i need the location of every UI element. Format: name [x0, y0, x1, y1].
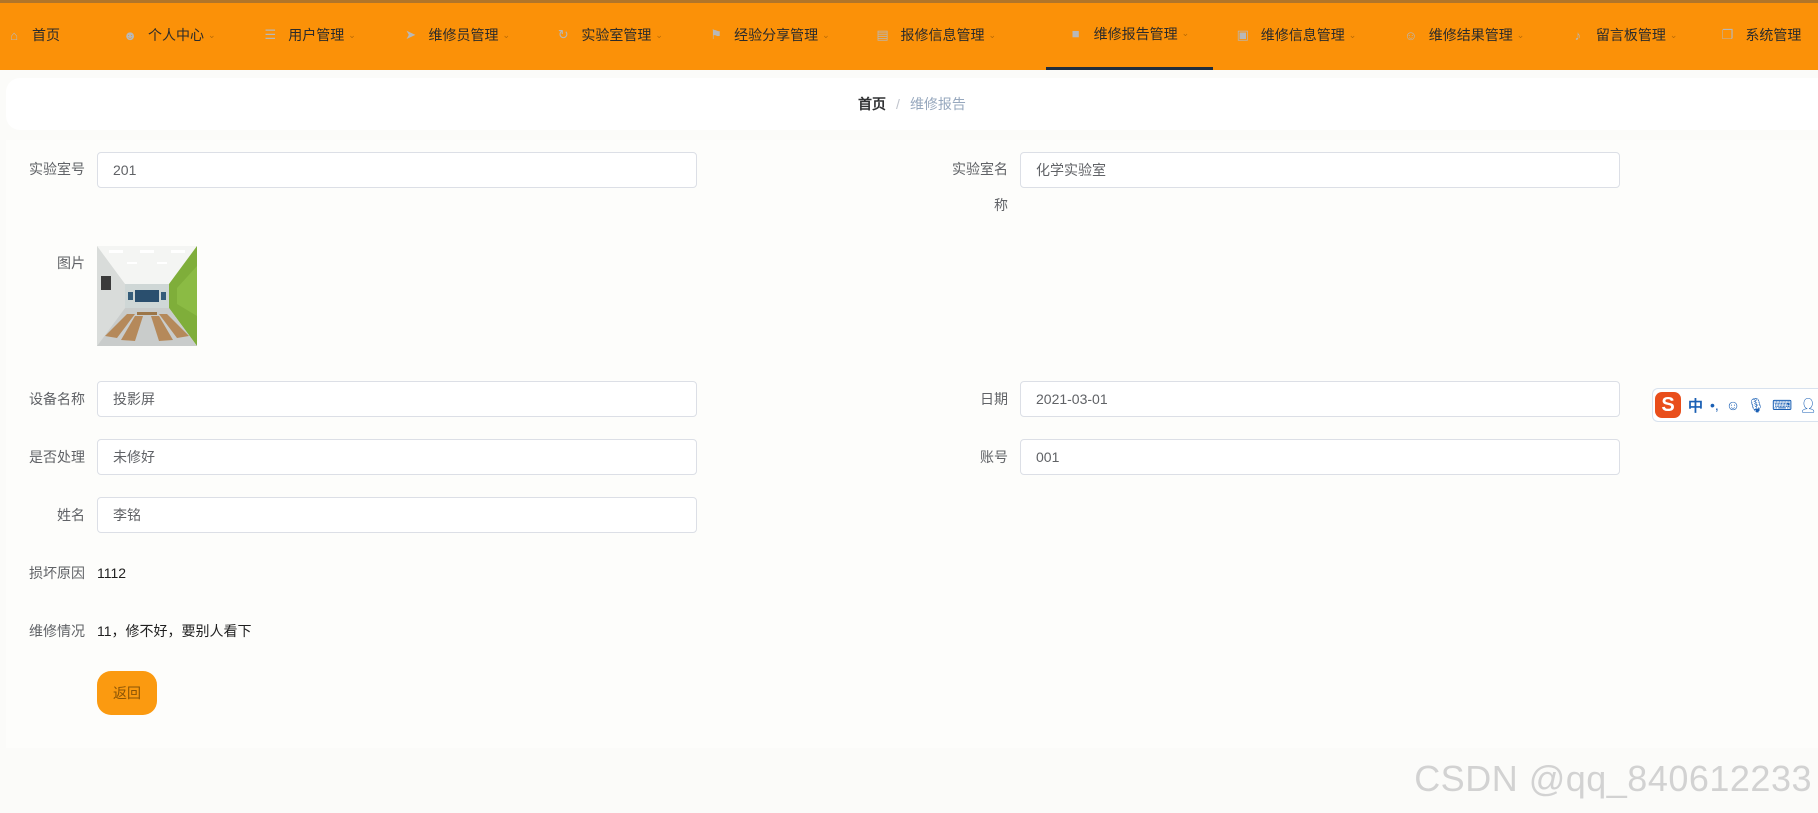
- repair-status-label: 维修情况: [29, 623, 85, 639]
- name-label: 姓名: [57, 507, 85, 523]
- breadcrumb-current: 维修报告: [909, 96, 966, 112]
- paper-plane-icon: ➤: [405, 27, 416, 42]
- watermark: CSDN @qq_840612233: [1414, 758, 1812, 799]
- breadcrumb-separator: /: [896, 96, 900, 112]
- picture-icon: ▣: [1236, 27, 1249, 42]
- nav-item-home[interactable]: ⌂ 首页: [6, 0, 122, 70]
- chevron-down-icon: ⌄: [1348, 29, 1357, 40]
- nav-item-label: 留言板管理: [1595, 27, 1666, 43]
- nav-item-system[interactable]: ❐ 系统管理: [1701, 0, 1818, 70]
- nav-item-label: 经验分享管理: [734, 27, 819, 43]
- chevron-down-icon: ⌄: [502, 29, 511, 40]
- name-field[interactable]: [97, 497, 697, 533]
- nav-item-label: 用户管理: [288, 27, 345, 43]
- smiley-icon[interactable]: ☺: [1726, 397, 1740, 413]
- handled-label: 是否处理: [29, 449, 85, 465]
- video-icon: ■: [1071, 26, 1080, 41]
- nav-item-message-board[interactable]: ♪ 留言板管理 ⌄: [1548, 0, 1702, 70]
- lab-name-label-wrap: 称: [994, 197, 1008, 213]
- lab-photo[interactable]: [97, 246, 197, 346]
- nav-item-label: 个人中心: [148, 27, 205, 43]
- home-icon: ⌂: [10, 27, 18, 43]
- nav-item-label: 首页: [32, 27, 60, 43]
- nav-item-repair-requests[interactable]: ▤ 报修信息管理 ⌄: [874, 0, 1045, 70]
- ime-mode-toggle[interactable]: 中: [1688, 395, 1703, 416]
- nav-item-label: 维修结果管理: [1428, 27, 1513, 43]
- chevron-down-icon: ⌄: [1516, 29, 1525, 40]
- handled-field[interactable]: [97, 439, 697, 475]
- refresh-icon: ↻: [557, 27, 569, 42]
- nav-item-users[interactable]: ☰ 用户管理 ⌄: [262, 0, 402, 70]
- chevron-down-icon: ⌄: [348, 29, 356, 40]
- top-nav: ⌂ 首页 ☻ 个人中心 ⌄ ☰ 用户管理 ⌄ ➤ 维修员管理 ⌄ ↻ 实验室管理…: [0, 0, 1818, 70]
- nav-item-label: 报修信息管理: [900, 27, 985, 43]
- account-field[interactable]: [1020, 439, 1620, 475]
- lab-no-label: 实验室号: [29, 161, 85, 177]
- nav-item-label: 维修信息管理: [1260, 27, 1345, 43]
- nav-item-label: 维修报告管理: [1093, 25, 1178, 42]
- person-icon: ☺: [1404, 27, 1418, 43]
- keyboard-icon[interactable]: ⌨: [1772, 397, 1792, 414]
- nav-item-repair-reports[interactable]: ■ 维修报告管理 ⌄: [1045, 0, 1213, 70]
- nav-item-repair-results[interactable]: ☺ 维修结果管理 ⌄: [1381, 0, 1548, 70]
- account-label: 账号: [980, 449, 1008, 465]
- lab-no-field[interactable]: [97, 152, 697, 188]
- date-field[interactable]: [1020, 381, 1620, 417]
- ime-toolbar[interactable]: S 中 •, ☺ 🎙︎ ⌨ 👤︎: [1652, 388, 1818, 422]
- repair-status-value: 11，修不好，要别人看下: [97, 623, 252, 639]
- date-label: 日期: [980, 391, 1008, 407]
- copy-icon: ❐: [1721, 27, 1734, 42]
- chevron-down-icon: ⌄: [822, 29, 830, 40]
- chevron-down-icon: ⌄: [988, 29, 997, 40]
- punctuation-icon[interactable]: •,: [1710, 397, 1719, 413]
- nav-item-label: 系统管理: [1745, 27, 1802, 43]
- list-icon: ☰: [264, 27, 277, 42]
- flag-icon: ⚑: [710, 27, 722, 42]
- microphone-icon: ♪: [1574, 27, 1582, 43]
- nav-item-experience[interactable]: ⚑ 经验分享管理 ⌄: [708, 0, 874, 70]
- user-icon: ☻: [123, 27, 137, 43]
- nav-item-profile[interactable]: ☻ 个人中心 ⌄: [122, 0, 262, 70]
- document-icon: ▤: [876, 27, 889, 42]
- user-icon[interactable]: 👤︎: [1799, 397, 1817, 414]
- microphone-icon[interactable]: 🎙︎: [1747, 397, 1765, 414]
- chevron-down-icon: ⌄: [655, 29, 663, 40]
- nav-item-repairmen[interactable]: ➤ 维修员管理 ⌄: [403, 0, 556, 70]
- chevron-down-icon: ⌄: [208, 29, 216, 40]
- breadcrumb-home[interactable]: 首页: [858, 94, 886, 114]
- device-label: 设备名称: [29, 391, 85, 407]
- lab-name-label: 实验室名: [952, 161, 1008, 177]
- lab-name-field[interactable]: [1020, 152, 1620, 188]
- nav-item-label: 维修员管理: [428, 27, 499, 43]
- image-label: 图片: [57, 255, 85, 271]
- device-field[interactable]: [97, 381, 697, 417]
- back-button[interactable]: 返回: [97, 671, 157, 715]
- chevron-down-icon: ⌄: [1181, 28, 1190, 38]
- nav-item-labs[interactable]: ↻ 实验室管理 ⌄: [555, 0, 708, 70]
- nav-item-label: 实验室管理: [581, 27, 652, 43]
- classroom-photo-icon: [97, 246, 197, 346]
- nav-item-repair-info[interactable]: ▣ 维修信息管理 ⌄: [1213, 0, 1381, 70]
- damage-reason-label: 损坏原因: [29, 565, 85, 581]
- sogou-logo-icon: S: [1655, 392, 1681, 418]
- chevron-down-icon: ⌄: [1669, 29, 1678, 40]
- damage-reason-value: 1112: [97, 565, 127, 581]
- breadcrumb: 首页 / 维修报告: [6, 78, 1818, 130]
